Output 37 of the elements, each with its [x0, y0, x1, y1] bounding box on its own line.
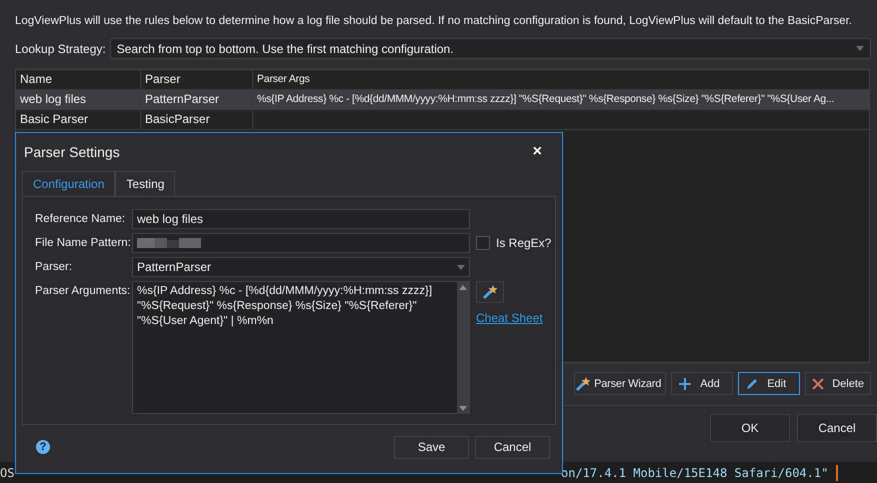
log-text: on/17.4.1 Mobile/15E148 Safari/604.1" — [561, 466, 828, 480]
tab[interactable]: Configuration — [22, 171, 116, 196]
field-label: Parser Arguments: — [35, 284, 132, 299]
delete-button[interactable]: Delete — [805, 372, 871, 395]
field-label: File Name Pattern: — [35, 236, 132, 251]
column-header[interactable]: Parser Args — [253, 70, 869, 89]
table-cell: web log files — [16, 90, 141, 109]
dialog-button[interactable]: Cancel — [797, 414, 877, 442]
table-cell-text: %s{IP Address} %c - [%d{dd/MMM/yyyy:%H:mm:ss zzzz}] "%S{Request}" %s{Response} %s{Size} "%S{Referer}" "%S{User Ag... — [256, 92, 836, 107]
table-cell: Basic Parser — [16, 110, 141, 129]
edit-button[interactable]: Edit — [738, 372, 800, 395]
table-cell: BasicParser — [141, 110, 253, 129]
close-button[interactable]: × — [530, 143, 544, 161]
help-button[interactable]: ? — [36, 440, 50, 454]
field-label: Lookup Strategy: — [15, 42, 106, 56]
table-row[interactable]: Basic Parser BasicParser — [16, 110, 869, 130]
log-text: OS — [0, 466, 16, 480]
dialog-title: Parser Settings — [24, 144, 120, 160]
column-header[interactable]: Parser — [141, 70, 253, 89]
dialog-button[interactable]: OK — [710, 414, 790, 442]
column-header[interactable]: Name — [16, 70, 141, 89]
field-label: Reference Name: — [35, 212, 126, 227]
tab[interactable]: Testing — [115, 171, 176, 196]
parser-wizard-button[interactable]: Parser Wizard — [574, 372, 666, 395]
table-row[interactable]: web log files PatternParser %s{IP Address} %c - [%d{dd/MMM/yyyy:%H:mm:ss zzzz}] "%S{Request}" %s{Response} %s{Size} "%S{Referer}" "%S{User Ag... — [16, 90, 869, 110]
checkbox-label: Is RegEx? — [496, 236, 552, 250]
reference-name-field[interactable]: web log files — [132, 209, 470, 229]
cheat-sheet-link[interactable]: Cheat Sheet — [476, 311, 543, 325]
add-button[interactable]: Add — [671, 372, 734, 395]
dialog-button[interactable]: Cancel — [475, 436, 550, 458]
parser-arguments-field[interactable]: %s{IP Address} %c - [%d{dd/MMM/yyyy:%H:mm:ss zzzz}] "%S{Request}" %s{Response} %s{Size} "%S{Referer}" "%S{User Agent}" | %m%n — [132, 281, 470, 414]
lookup-strategy-dropdown[interactable]: Search from top to bottom. Use the first matching configuration. — [110, 38, 871, 59]
dialog-button[interactable]: Save — [394, 436, 469, 458]
field-label: Parser: — [35, 260, 74, 275]
parser-dropdown[interactable]: PatternParser — [132, 257, 470, 277]
intro-text: LogViewPlus will use the rules below to determine how a log file should be parsed. If no matching configuration is found, LogViewPlus will default to the BasicParser. — [15, 14, 854, 29]
table-cell: PatternParser — [141, 90, 253, 109]
